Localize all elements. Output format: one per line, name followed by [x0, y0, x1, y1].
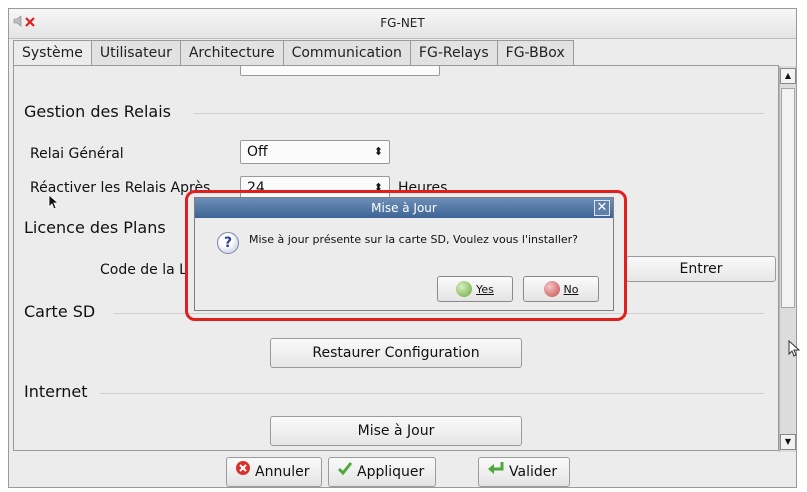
scroll-down-icon[interactable]: ▼: [780, 434, 796, 450]
apply-label: Appliquer: [357, 464, 425, 480]
apply-button[interactable]: Appliquer: [328, 457, 436, 487]
section-gestion-relais: Gestion des Relais: [24, 102, 172, 121]
relai-general-label: Relai Général: [30, 146, 124, 162]
enter-button[interactable]: Entrer: [626, 256, 776, 282]
tab-fg-bbox[interactable]: FG-BBox: [496, 40, 574, 65]
tab-utilisateur[interactable]: Utilisateur: [90, 40, 181, 65]
code-licence-label: Code de la L: [100, 262, 187, 278]
arrow-enter-icon: [487, 458, 505, 486]
section-divider: [194, 113, 764, 114]
select-arrows-icon: ⬍: [373, 145, 383, 158]
tab-fg-relays[interactable]: FG-Relays: [409, 40, 498, 65]
vertical-scrollbar[interactable]: ▲ ▼: [779, 66, 796, 452]
tab-architecture[interactable]: Architecture: [179, 40, 284, 65]
mouse-pointer-icon: [48, 194, 60, 210]
tab-systeme[interactable]: Système: [13, 40, 92, 67]
section-divider: [100, 393, 764, 394]
relai-general-value: Off: [247, 144, 268, 160]
cancel-button[interactable]: Annuler: [226, 457, 322, 487]
restore-config-button[interactable]: Restaurer Configuration: [270, 338, 522, 368]
tab-bar: Système Utilisateur Architecture Communi…: [13, 40, 574, 67]
scrolled-combo[interactable]: [240, 66, 440, 76]
section-carte-sd: Carte SD: [24, 302, 96, 321]
validate-button[interactable]: Valider: [478, 457, 570, 487]
relai-general-select[interactable]: Off ⬍: [240, 140, 390, 164]
section-internet: Internet: [24, 382, 88, 401]
mouse-pointer-icon: [788, 340, 801, 357]
update-button[interactable]: Mise à Jour: [270, 416, 522, 446]
scroll-thumb[interactable]: [781, 88, 795, 308]
cancel-icon: [235, 458, 251, 486]
tab-communication[interactable]: Communication: [282, 40, 411, 65]
window-title: FG-NET: [380, 16, 425, 30]
validate-label: Valider: [509, 464, 558, 480]
section-licence: Licence des Plans: [24, 218, 166, 237]
scroll-up-icon[interactable]: ▲: [780, 68, 796, 84]
cancel-label: Annuler: [255, 464, 310, 480]
checkmark-icon: [337, 458, 353, 486]
highlight-annotation: [185, 190, 627, 321]
title-bar: FG-NET: [9, 9, 796, 39]
